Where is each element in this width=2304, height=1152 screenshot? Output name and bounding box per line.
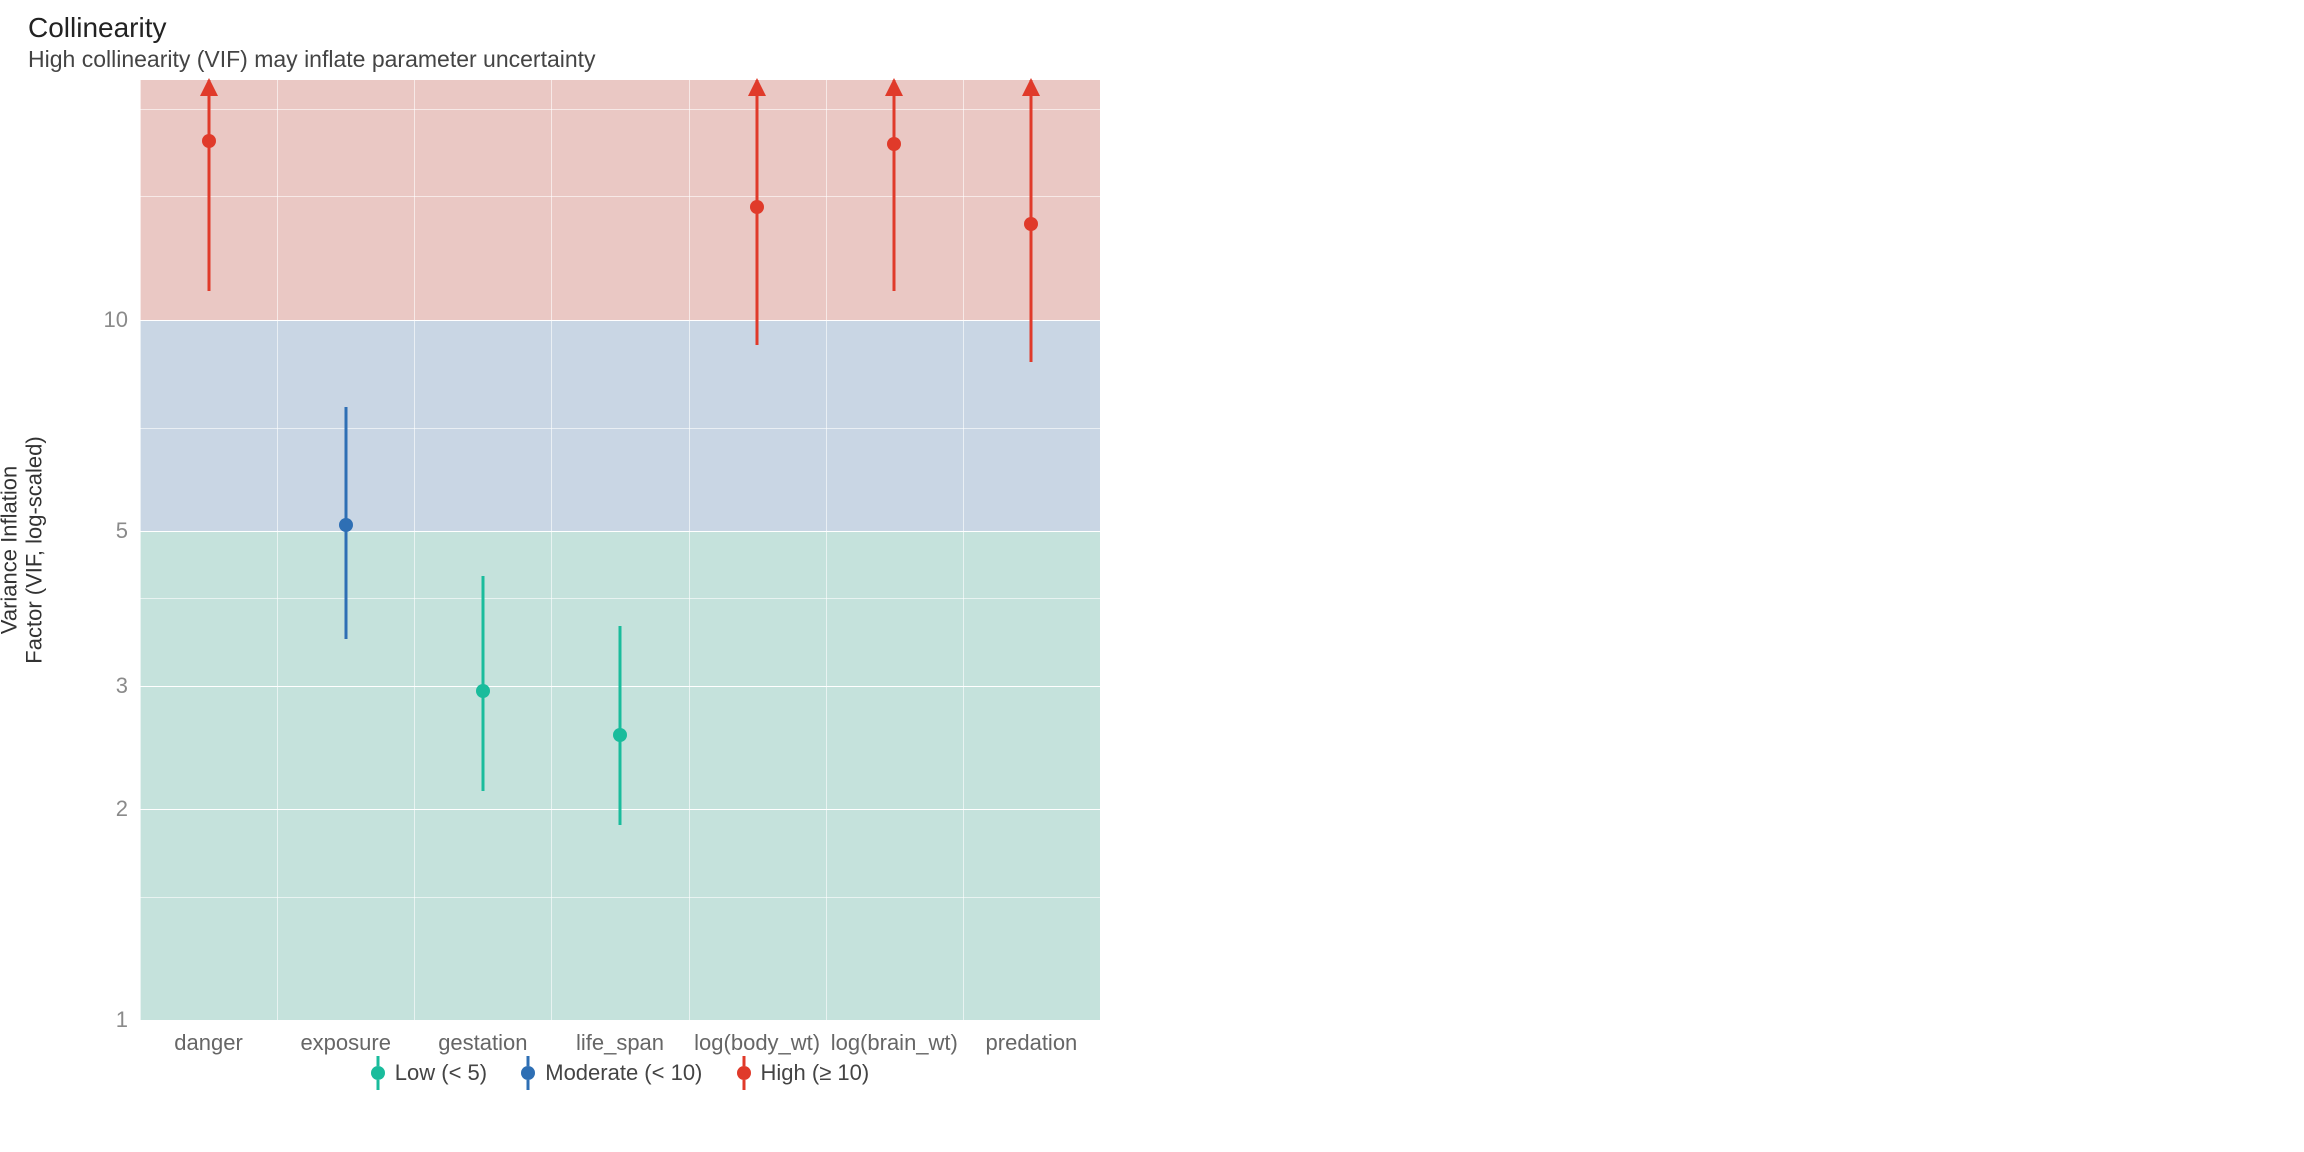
- x-tick-label: life_span: [576, 1030, 664, 1056]
- gridline-h-minor: [140, 598, 1100, 599]
- legend-label-moderate: Moderate (< 10): [545, 1060, 702, 1086]
- error-bar: [207, 80, 210, 291]
- legend-swatch-low: [371, 1066, 385, 1080]
- gridline-h-minor: [140, 897, 1100, 898]
- chart-container: Collinearity High collinearity (VIF) may…: [0, 0, 2304, 1152]
- gridline-h-minor: [140, 109, 1100, 110]
- gridline-h-minor: [140, 428, 1100, 429]
- data-point: [887, 137, 901, 151]
- gridline-h: [140, 320, 1100, 321]
- error-bar: [619, 626, 622, 825]
- y-tick-label: 2: [78, 796, 128, 822]
- legend-item-high: High (≥ 10): [737, 1060, 870, 1086]
- gridline-h: [140, 531, 1100, 532]
- x-tick-label: danger: [174, 1030, 243, 1056]
- plot-area: Variance Inflation Factor (VIF, log-scal…: [140, 80, 1100, 1020]
- x-tick-label: log(brain_wt): [831, 1030, 958, 1056]
- gridline-v: [689, 80, 690, 1020]
- data-point: [339, 518, 353, 532]
- data-point: [613, 728, 627, 742]
- arrow-up-icon: [885, 78, 903, 96]
- band-moderate: [140, 320, 1100, 531]
- error-bar: [893, 80, 896, 291]
- y-tick-label: 3: [78, 673, 128, 699]
- data-point: [202, 134, 216, 148]
- y-tick-label: 10: [78, 307, 128, 333]
- gridline-h-minor: [140, 196, 1100, 197]
- arrow-up-icon: [748, 78, 766, 96]
- gridline-v: [140, 80, 141, 1020]
- legend-item-low: Low (< 5): [371, 1060, 487, 1086]
- gridline-v: [963, 80, 964, 1020]
- y-tick-label: 1: [78, 1007, 128, 1033]
- x-tick-label: log(body_wt): [694, 1030, 820, 1056]
- band-high: [140, 80, 1100, 320]
- data-point: [1024, 217, 1038, 231]
- chart-subtitle: High collinearity (VIF) may inflate para…: [28, 46, 596, 73]
- gridline-v: [826, 80, 827, 1020]
- gridline-v: [551, 80, 552, 1020]
- legend-item-moderate: Moderate (< 10): [521, 1060, 702, 1086]
- legend-label-high: High (≥ 10): [761, 1060, 870, 1086]
- legend-swatch-moderate: [521, 1066, 535, 1080]
- y-axis-label: Variance Inflation Factor (VIF, log-scal…: [0, 436, 47, 663]
- x-tick-label: predation: [986, 1030, 1078, 1056]
- chart-title: Collinearity: [28, 12, 167, 44]
- data-point: [476, 684, 490, 698]
- y-axis-label-line2: Factor (VIF, log-scaled): [22, 436, 47, 663]
- arrow-up-icon: [200, 78, 218, 96]
- gridline-v: [1100, 80, 1101, 1020]
- legend-swatch-high: [737, 1066, 751, 1080]
- x-tick-label: gestation: [438, 1030, 527, 1056]
- y-tick-label: 5: [78, 518, 128, 544]
- legend: Low (< 5) Moderate (< 10) High (≥ 10): [140, 1060, 1100, 1086]
- arrow-up-icon: [1022, 78, 1040, 96]
- gridline-v: [277, 80, 278, 1020]
- x-tick-label: exposure: [300, 1030, 391, 1056]
- data-point: [750, 200, 764, 214]
- y-axis-label-line1: Variance Inflation: [0, 466, 22, 634]
- gridline-h: [140, 1020, 1100, 1021]
- legend-label-low: Low (< 5): [395, 1060, 487, 1086]
- gridline-v: [414, 80, 415, 1020]
